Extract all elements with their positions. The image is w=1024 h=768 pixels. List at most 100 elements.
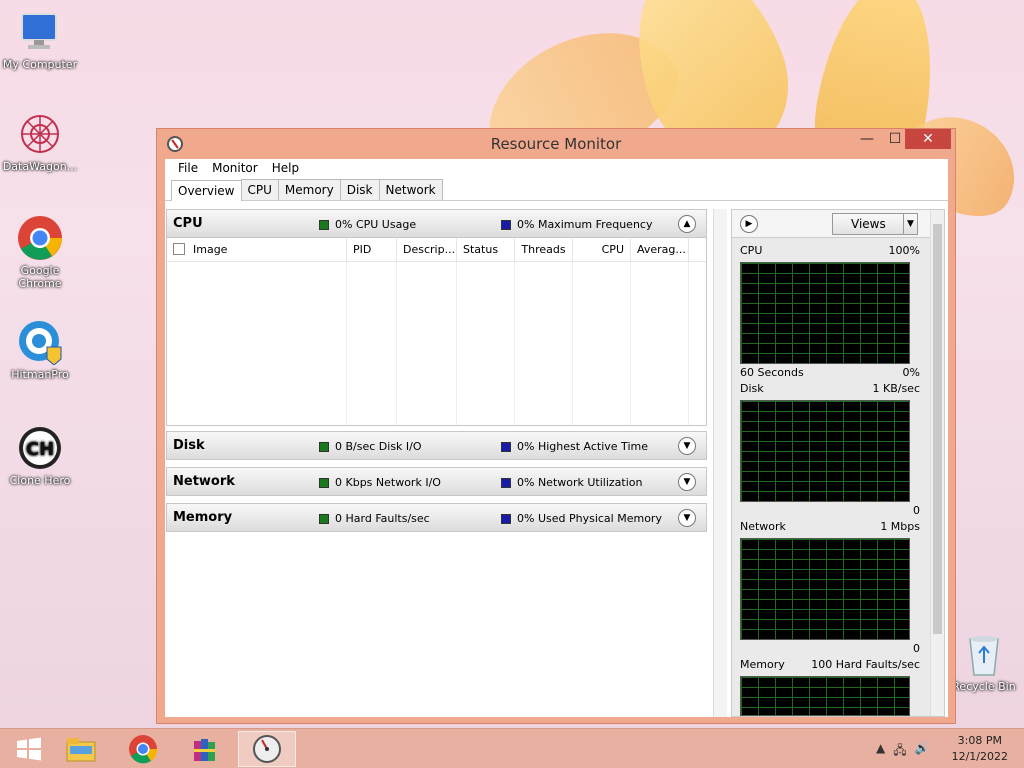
- graph-title: Disk: [740, 382, 764, 395]
- blue-legend-square: [501, 441, 511, 452]
- minimize-button[interactable]: —: [853, 129, 881, 149]
- archive-books-icon: [194, 739, 215, 761]
- hitmanpro-icon: [16, 318, 64, 366]
- volume-icon[interactable]: 🔊: [915, 741, 930, 762]
- taskbar-file-explorer[interactable]: [52, 731, 110, 767]
- graph-max: 1 KB/sec: [872, 382, 920, 395]
- used-memory-metric: 0% Used Physical Memory: [501, 512, 662, 525]
- desktop-icon-label: Clone Hero: [9, 474, 71, 487]
- chrome-icon: [16, 214, 64, 262]
- cpu-process-table: Image PID Descrip... Status Threads CPU …: [166, 238, 707, 426]
- green-legend-square: [319, 219, 329, 230]
- computer-icon: [16, 8, 64, 56]
- column-threads[interactable]: Threads: [515, 238, 573, 261]
- graphs-scrollbar[interactable]: [930, 210, 944, 716]
- resource-monitor-window: Resource Monitor — ☐ ✕ File Monitor Help…: [156, 128, 956, 724]
- column-label: Image: [193, 243, 228, 256]
- resource-monitor-icon: [253, 735, 281, 763]
- metric-text: 0% Network Utilization: [517, 476, 643, 489]
- left-pane-scrollbar[interactable]: [713, 209, 727, 717]
- metric-text: 0% Used Physical Memory: [517, 512, 662, 525]
- column-description[interactable]: Descrip...: [397, 238, 457, 261]
- cpu-graph: CPU 100% 60 Seconds 0%: [740, 244, 920, 380]
- chevron-right-icon[interactable]: ▶: [740, 215, 758, 233]
- desktop-icon-my-computer[interactable]: My Computer: [0, 8, 80, 71]
- chevron-up-icon[interactable]: ▲: [876, 741, 885, 762]
- graph-title: Network: [740, 520, 786, 533]
- network-utilization-metric: 0% Network Utilization: [501, 476, 643, 489]
- svg-text:CH: CH: [26, 439, 54, 460]
- desktop-icon-clone-hero[interactable]: CH Clone Hero: [0, 424, 80, 487]
- tab-cpu[interactable]: CPU: [240, 179, 279, 200]
- close-button[interactable]: ✕: [905, 129, 951, 149]
- blue-legend-square: [501, 477, 511, 488]
- system-tray: ▲ 🖧 🔊: [876, 741, 930, 762]
- cpu-section-header[interactable]: CPU 0% CPU Usage 0% Maximum Frequency ▲: [166, 209, 707, 238]
- folder-icon: [66, 738, 96, 762]
- column-cpu[interactable]: CPU: [573, 238, 631, 261]
- chevron-down-icon[interactable]: ▼: [678, 509, 696, 527]
- graph-footer-left: 60 Seconds: [740, 366, 804, 379]
- column-pid[interactable]: PID: [347, 238, 397, 261]
- tab-network[interactable]: Network: [378, 179, 443, 200]
- blue-legend-square: [501, 513, 511, 524]
- graph-footer-right: 0%: [902, 366, 920, 379]
- section-title: Network: [173, 474, 235, 489]
- network-graph-canvas: [740, 538, 910, 640]
- taskbar-archiver[interactable]: [176, 731, 234, 767]
- section-title: Memory: [173, 510, 233, 525]
- clock-date: 12/1/2022: [951, 750, 1008, 763]
- window-client: File Monitor Help Overview CPU Memory Di…: [165, 159, 948, 717]
- memory-graph-canvas: [740, 676, 910, 716]
- cpu-usage-metric: 0% CPU Usage: [319, 218, 416, 231]
- tab-overview[interactable]: Overview: [171, 180, 242, 201]
- column-average[interactable]: Averag...: [631, 238, 689, 261]
- chevron-down-icon[interactable]: ▼: [678, 437, 696, 455]
- graph-max: 1 Mbps: [880, 520, 920, 533]
- metric-text: 0% CPU Usage: [335, 218, 417, 231]
- desktop-icon-label: HitmanPro: [11, 368, 69, 381]
- clock[interactable]: 3:08 PM 12/1/2022: [952, 733, 1008, 765]
- disk-graph-canvas: [740, 400, 910, 502]
- disk-section-header[interactable]: Disk 0 B/sec Disk I/O 0% Highest Active …: [166, 431, 707, 460]
- graph-max: 100 Hard Faults/sec: [811, 658, 920, 671]
- clock-time: 3:08 PM: [957, 734, 1002, 747]
- graphs-toolbar: ▶ Views ▼: [732, 210, 944, 238]
- start-button[interactable]: [0, 731, 58, 767]
- taskbar-resource-monitor[interactable]: [238, 731, 296, 767]
- chevron-down-icon[interactable]: ▼: [678, 473, 696, 491]
- dropdown-arrow-icon[interactable]: ▼: [903, 214, 917, 234]
- blue-legend-square: [501, 219, 511, 230]
- title-bar[interactable]: Resource Monitor — ☐ ✕: [157, 129, 955, 159]
- scrollbar-thumb[interactable]: [933, 224, 942, 634]
- column-image[interactable]: Image: [167, 238, 347, 261]
- network-section-header[interactable]: Network 0 Kbps Network I/O 0% Network Ut…: [166, 467, 707, 496]
- network-graph: Network 1 Mbps 0: [740, 520, 920, 656]
- chevron-up-icon[interactable]: ▲: [678, 215, 696, 233]
- windows-logo-icon: [17, 737, 41, 761]
- tab-disk[interactable]: Disk: [339, 179, 380, 200]
- disk-graph: Disk 1 KB/sec 0: [740, 382, 920, 518]
- select-all-checkbox[interactable]: [173, 243, 185, 255]
- desktop-icon-chrome[interactable]: Google Chrome: [0, 214, 80, 290]
- views-dropdown[interactable]: Views ▼: [832, 213, 918, 235]
- tab-memory[interactable]: Memory: [277, 179, 341, 200]
- menu-monitor[interactable]: Monitor: [205, 159, 265, 179]
- desktop-icon-label: Recycle Bin: [952, 680, 1016, 693]
- taskbar-chrome[interactable]: [114, 731, 172, 767]
- clone-hero-icon: CH: [16, 424, 64, 472]
- desktop-icon-recycle-bin[interactable]: Recycle Bin: [944, 630, 1024, 693]
- window-title: Resource Monitor: [490, 135, 622, 153]
- menu-bar: File Monitor Help: [165, 159, 948, 179]
- menu-file[interactable]: File: [171, 159, 205, 179]
- metric-text: 0 B/sec Disk I/O: [335, 440, 422, 453]
- desktop-icon-hitmanpro[interactable]: HitmanPro: [0, 318, 80, 381]
- desktop-icon-label: Google Chrome: [18, 264, 62, 290]
- memory-section-header[interactable]: Memory 0 Hard Faults/sec 0% Used Physica…: [166, 503, 707, 532]
- graph-title: CPU: [740, 244, 763, 257]
- menu-help[interactable]: Help: [265, 159, 306, 179]
- table-body: [167, 262, 706, 425]
- desktop-icon-datawagon[interactable]: DataWagon...: [0, 110, 80, 173]
- network-icon[interactable]: 🖧: [893, 741, 906, 762]
- column-status[interactable]: Status: [457, 238, 515, 261]
